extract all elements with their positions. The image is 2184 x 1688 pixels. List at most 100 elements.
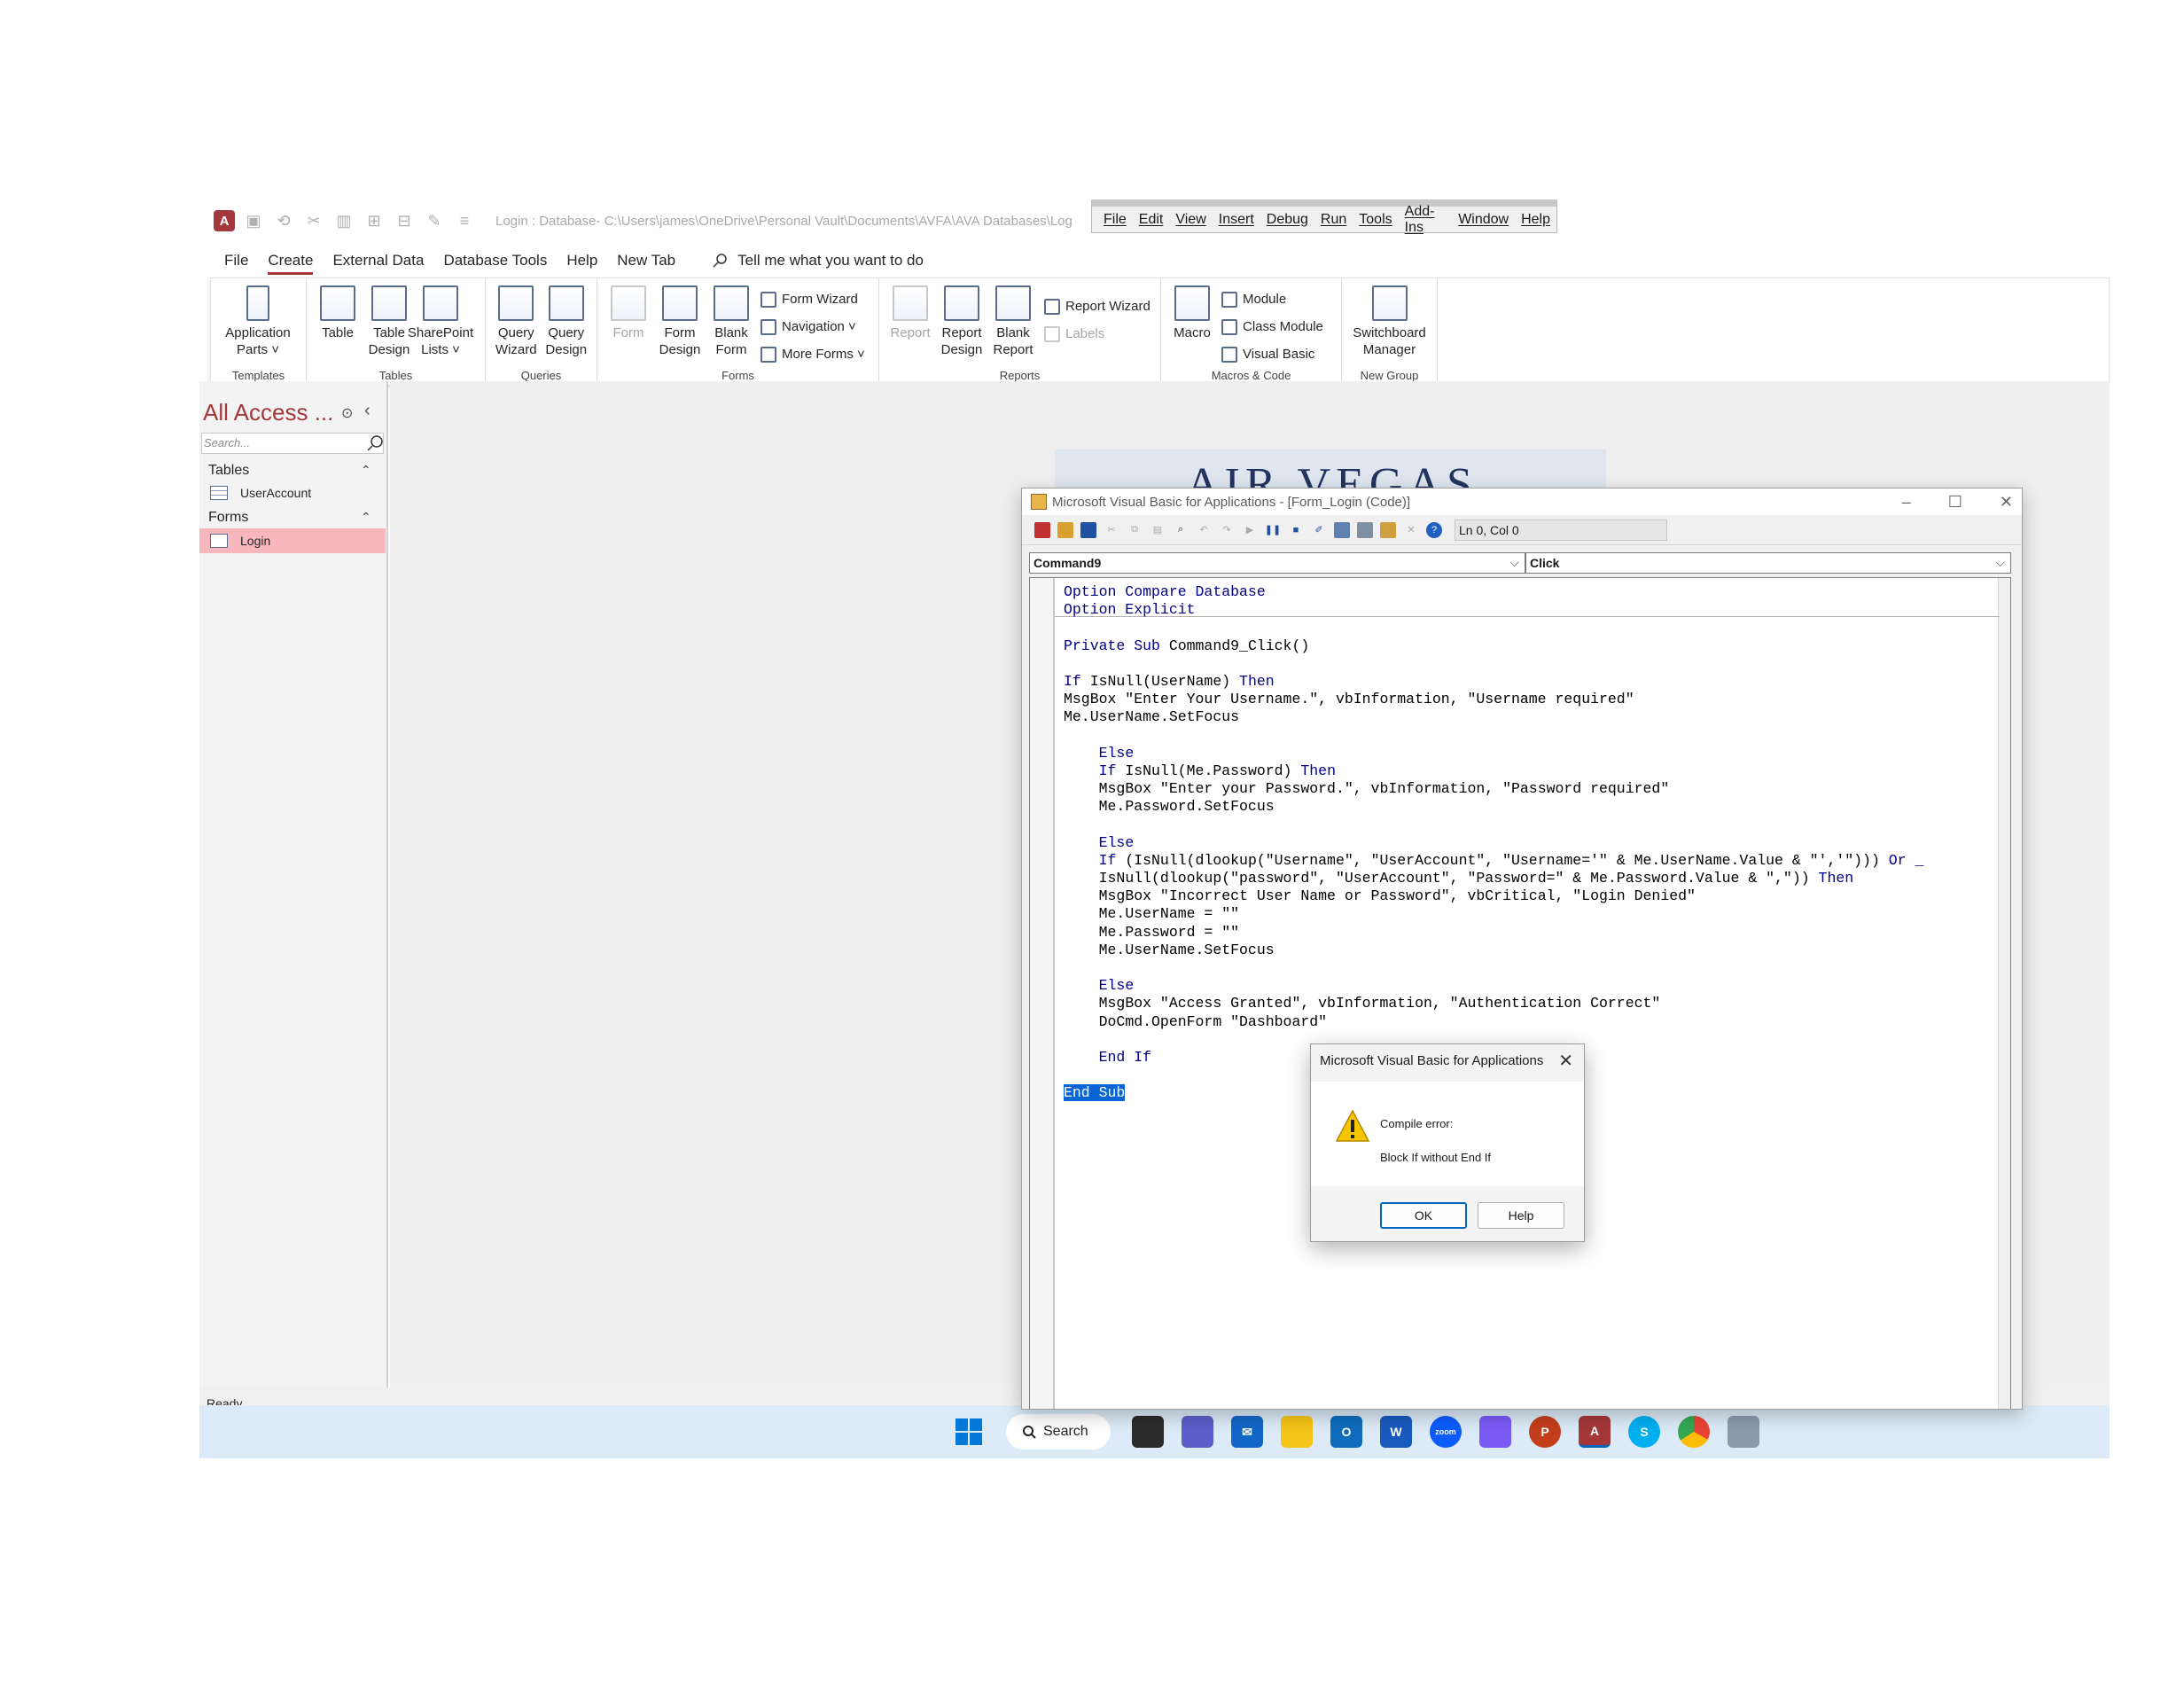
menu-help[interactable]: Help [1521, 212, 1550, 228]
nav-collapse-icon[interactable]: ‹ [364, 401, 370, 421]
report-label: Report [890, 325, 931, 340]
help-button[interactable]: Help [1478, 1202, 1564, 1229]
save-icon[interactable]: ▣ [242, 209, 265, 232]
code-scrollbar[interactable] [1998, 578, 2010, 1409]
code-line: MsgBox "Enter your Password.", vbInforma… [1098, 780, 1670, 798]
menu-run[interactable]: Run [1321, 212, 1346, 228]
properties-window-icon[interactable] [1357, 521, 1373, 538]
toolbox-icon[interactable]: ✕ [1403, 522, 1419, 538]
nav-forms-header[interactable]: Forms [208, 510, 248, 526]
tables-collapse-icon[interactable]: ⌃ [361, 463, 371, 478]
group-label-tables: Tables [378, 369, 413, 382]
skype-icon[interactable]: S [1628, 1416, 1660, 1448]
code-window[interactable]: Option Compare Database Option Explicit Pr… [1029, 577, 2011, 1409]
menu-window[interactable]: Window [1458, 212, 1509, 228]
minimize-icon[interactable]: – [1902, 493, 1911, 512]
view-access-icon[interactable] [1034, 521, 1050, 538]
more-forms-label: More Forms ˅ [782, 347, 865, 362]
find-icon[interactable]: ⌕ [1173, 522, 1189, 538]
class-module-button[interactable]: Class Module [1221, 313, 1323, 340]
windows-start-icon[interactable] [953, 1416, 985, 1448]
tab-help[interactable]: Help [566, 245, 597, 277]
outlook-icon[interactable]: O [1330, 1416, 1362, 1448]
undo-icon[interactable]: ↶ [1196, 522, 1212, 538]
menu-insert[interactable]: Insert [1219, 212, 1254, 228]
menu-file[interactable]: File [1104, 212, 1127, 228]
save-icon[interactable] [1080, 521, 1096, 538]
nav-item-useraccount[interactable]: UserAccount [199, 481, 386, 505]
app-icon[interactable] [1728, 1416, 1759, 1448]
nav-item-login[interactable]: Login [199, 528, 386, 553]
code-line: IsNull(dlookup("password", "UserAccount"… [1098, 870, 1854, 887]
qat-align-icon[interactable]: ⊞ [363, 209, 386, 232]
qat-brush-icon[interactable]: ✎ [423, 209, 446, 232]
copy-icon[interactable]: ⧉ [1127, 522, 1143, 538]
insert-userform-icon[interactable] [1057, 521, 1073, 538]
tab-external-data[interactable]: External Data [332, 245, 424, 277]
close-icon[interactable]: ✕ [1558, 1050, 1573, 1072]
query-design-label: Query Design [545, 325, 588, 357]
blank-form-label: Blank Form [714, 325, 748, 357]
break-icon[interactable]: ❚❚ [1265, 522, 1281, 538]
nav-search-input[interactable]: Search... [201, 433, 384, 454]
qat-size-icon[interactable]: ⊟ [393, 209, 416, 232]
mail-icon[interactable]: ✉ [1231, 1416, 1263, 1448]
qat-customize-icon[interactable]: ≡ [453, 209, 476, 232]
paste-icon[interactable]: ▤ [1150, 522, 1166, 538]
object-browser-icon[interactable] [1380, 521, 1396, 538]
cut-icon[interactable]: ✂ [1104, 522, 1119, 538]
nav-search-icon[interactable] [366, 434, 384, 452]
menu-tools[interactable]: Tools [1359, 212, 1392, 228]
tab-database-tools[interactable]: Database Tools [443, 245, 547, 277]
task-view-icon[interactable] [1132, 1416, 1164, 1448]
code-line: If IsNull(Me.Password) Then [1098, 762, 1336, 779]
form-wizard-button[interactable]: Form Wizard [760, 285, 865, 313]
qat-cut-icon[interactable]: ✂ [302, 209, 325, 232]
zoom-icon[interactable]: zoom [1430, 1416, 1462, 1448]
forms-collapse-icon[interactable]: ⌃ [361, 510, 371, 525]
group-label-macros: Macros & Code [1211, 369, 1291, 382]
menu-edit[interactable]: Edit [1139, 212, 1164, 228]
taskbar-search[interactable]: Search [1006, 1414, 1111, 1450]
word-icon[interactable]: W [1380, 1416, 1412, 1448]
help-icon[interactable]: ? [1426, 521, 1442, 538]
qat-undo-icon[interactable]: ⟲ [272, 209, 295, 232]
group-macros: Macro Module Class Module Visual Basic M… [1161, 278, 1342, 385]
visual-basic-button[interactable]: Visual Basic [1221, 340, 1323, 368]
file-explorer-icon[interactable] [1281, 1416, 1313, 1448]
run-icon[interactable]: ▶ [1242, 522, 1258, 538]
object-combo[interactable]: Command9 ⌵ [1029, 552, 1525, 574]
redo-icon[interactable]: ↷ [1219, 522, 1235, 538]
teams-icon[interactable] [1182, 1416, 1213, 1448]
reset-icon[interactable]: ■ [1288, 522, 1304, 538]
menu-view[interactable]: View [1175, 212, 1205, 228]
powerpoint-icon[interactable]: P [1529, 1416, 1561, 1448]
maximize-icon[interactable]: ☐ [1948, 493, 1962, 512]
ok-button[interactable]: OK [1380, 1202, 1467, 1229]
qat-form-icon[interactable]: ▥ [332, 209, 355, 232]
menu-debug[interactable]: Debug [1267, 212, 1308, 228]
tab-create[interactable]: Create [268, 245, 314, 277]
navigation-button[interactable]: Navigation ˅ [760, 313, 865, 340]
application-parts-label: Application Parts ˅ [225, 325, 291, 357]
tell-me-box[interactable]: Tell me what you want to do [713, 252, 924, 270]
design-mode-icon[interactable]: ✐ [1311, 522, 1327, 538]
nav-dropdown-icon[interactable]: ⊙ [341, 404, 353, 422]
access-taskbar-icon[interactable]: A [1579, 1416, 1611, 1448]
close-icon[interactable]: ✕ [2000, 493, 2013, 512]
search-icon [713, 254, 727, 268]
tab-new-tab[interactable]: New Tab [617, 245, 675, 277]
module-button[interactable]: Module [1221, 285, 1323, 313]
nav-tables-header[interactable]: Tables [208, 463, 249, 479]
report-wizard-button[interactable]: Report Wizard [1044, 293, 1150, 320]
procedure-combo[interactable]: Click ⌵ [1525, 552, 2011, 574]
nav-pane-title[interactable]: All Access ... [203, 399, 333, 426]
project-explorer-icon[interactable] [1334, 521, 1350, 538]
chrome-icon[interactable] [1678, 1416, 1710, 1448]
labels-button[interactable]: Labels [1044, 320, 1150, 348]
menu-addins[interactable]: Add-Ins [1405, 204, 1447, 236]
tab-file[interactable]: File [224, 245, 248, 277]
copilot-icon[interactable] [1479, 1416, 1511, 1448]
code-line: If IsNull(UserName) Then [1064, 672, 1275, 690]
more-forms-button[interactable]: More Forms ˅ [760, 340, 865, 368]
